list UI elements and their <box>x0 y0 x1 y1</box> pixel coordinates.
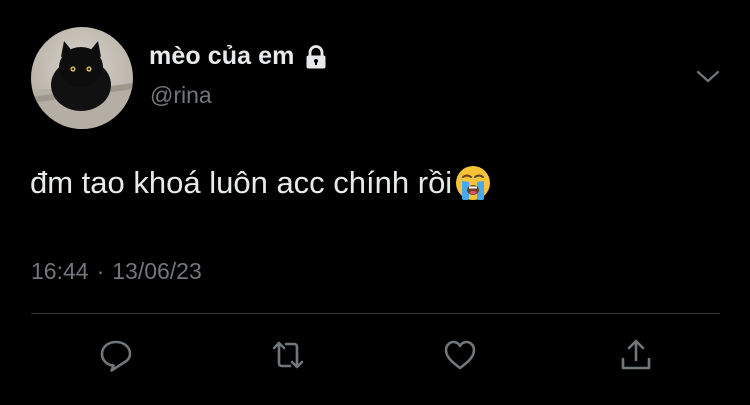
divider <box>31 313 720 314</box>
reply-icon <box>100 340 132 372</box>
reply-button[interactable] <box>97 336 135 374</box>
retweet-icon <box>272 341 304 369</box>
tweet-text-content: đm tao khoá luôn acc chính rồi <box>30 165 453 200</box>
tweet-date: 13/06/23 <box>112 258 202 284</box>
heart-icon <box>444 340 476 370</box>
tweet-timestamp[interactable]: 16:44 · 13/06/23 <box>31 258 202 285</box>
black-cat-avatar-icon <box>31 41 133 129</box>
author-name-row: mèo của em <box>149 42 329 71</box>
author-handle[interactable]: @rina <box>150 82 212 109</box>
like-button[interactable] <box>441 336 479 374</box>
author-display-name[interactable]: mèo của em <box>149 42 295 71</box>
tweet-card: mèo của em @rina đm tao khoá luôn acc ch… <box>0 0 750 405</box>
lock-icon <box>303 44 329 70</box>
tweet-time: 16:44 <box>31 258 89 284</box>
avatar[interactable] <box>31 27 133 129</box>
tweet-text: đm tao khoá luôn acc chính rồi <box>30 164 492 202</box>
timestamp-separator: · <box>96 258 105 284</box>
chevron-down-icon[interactable] <box>694 62 722 90</box>
share-button[interactable] <box>617 336 655 374</box>
loudly-crying-face-icon <box>454 164 492 202</box>
retweet-button[interactable] <box>269 336 307 374</box>
share-icon <box>621 339 651 370</box>
